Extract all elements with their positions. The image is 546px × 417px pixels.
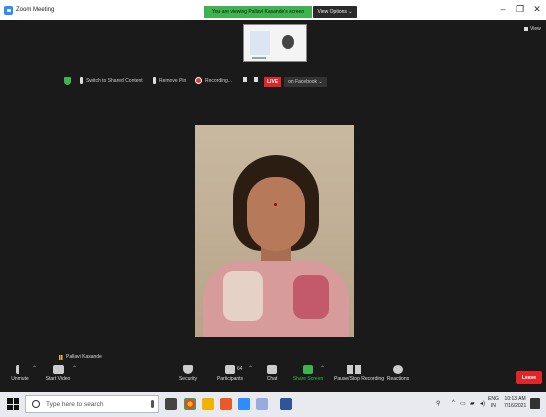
file-explorer-icon[interactable] — [202, 398, 214, 410]
recording-controls — [243, 77, 258, 82]
leave-button[interactable]: Leave — [516, 371, 542, 384]
video-bindi — [274, 203, 277, 206]
restore-button[interactable]: ❐ — [513, 4, 527, 15]
active-speaker-label: Pallavi Kasande — [59, 354, 102, 360]
pause-icon[interactable] — [243, 77, 247, 82]
security-label: Security — [178, 376, 198, 382]
battery-icon[interactable]: ▰ — [470, 400, 475, 407]
network-icon[interactable]: ▭ — [460, 400, 466, 407]
microphone-icon[interactable] — [151, 400, 154, 408]
view-options-button[interactable]: View Options ⌄ — [313, 6, 357, 18]
shield-icon — [64, 77, 71, 85]
lang-top: ENG — [488, 396, 499, 402]
close-button[interactable]: ✕ — [530, 4, 544, 15]
people-icon — [225, 365, 235, 374]
recording-indicator: Recording... — [195, 77, 232, 84]
zoom-app-icon — [4, 5, 13, 15]
view-layout-button[interactable]: View — [524, 26, 541, 32]
clock-time: 10:13 AM — [504, 396, 526, 402]
audio-level-icon — [59, 354, 64, 360]
start-video-label: Start Video — [45, 376, 71, 382]
record-icon — [195, 77, 202, 84]
person-icon[interactable]: ⚲ — [436, 400, 440, 407]
participants-button[interactable]: Participants — [210, 362, 250, 382]
video-off-icon — [52, 365, 64, 374]
remove-pin-label: Remove Pin — [159, 77, 187, 84]
participants-label: Participants — [216, 376, 244, 382]
windows-taskbar: Type here to search ⚲ ^ ▭ ▰ ◂) ENG IN 10… — [0, 392, 546, 417]
video-clothes — [203, 261, 349, 337]
word-icon[interactable] — [280, 398, 292, 410]
pause-stop-icon — [347, 365, 361, 374]
microphone-muted-icon — [16, 365, 24, 374]
audio-options-caret[interactable]: ⌃ — [32, 365, 37, 372]
shared-screen-thumbnail[interactable] — [243, 24, 307, 62]
chrome-icon[interactable] — [184, 398, 196, 410]
recording-label: Recording... — [205, 77, 232, 84]
pause-stop-recording-button[interactable]: Pause/Stop Recording — [334, 362, 385, 382]
stop-icon[interactable] — [254, 77, 258, 82]
unmute-label: Unmute — [11, 376, 29, 382]
view-label: View — [530, 26, 541, 32]
chat-bubble-icon — [267, 365, 277, 374]
chat-label: Chat — [266, 376, 278, 382]
app-icon[interactable] — [256, 398, 268, 410]
chat-button[interactable]: Chat — [252, 362, 292, 382]
windows-start-icon[interactable] — [7, 398, 19, 410]
language-indicator[interactable]: ENG IN — [488, 396, 499, 410]
participants-count: 64 — [237, 366, 243, 372]
firefox-icon[interactable] — [220, 398, 232, 410]
participant-video[interactable] — [195, 125, 354, 337]
smiley-icon — [393, 365, 403, 374]
lang-bottom: IN — [490, 403, 496, 409]
slide-panel — [250, 31, 270, 55]
live-badge: LIVE — [264, 77, 282, 87]
cortana-icon — [32, 400, 40, 408]
remove-pin-button[interactable]: Remove Pin — [153, 77, 186, 84]
minimize-button[interactable]: – — [496, 4, 510, 14]
search-placeholder: Type here to search — [46, 400, 104, 408]
record-label: Pause/Stop Recording — [334, 376, 385, 382]
speaker-name: Pallavi Kasande — [66, 354, 102, 360]
live-target-dropdown[interactable]: on Facebook ⌄ — [284, 77, 327, 87]
pin-icon — [80, 77, 83, 84]
taskbar-search-input[interactable]: Type here to search — [25, 395, 159, 413]
slide-image — [282, 35, 294, 49]
live-status[interactable]: LIVE on Facebook ⌄ — [264, 77, 327, 87]
share-screen-label: Share Screen — [292, 376, 324, 382]
switch-label: Switch to Shared Content — [86, 77, 143, 84]
pin-icon — [153, 77, 156, 84]
show-hidden-icons[interactable]: ^ — [452, 400, 455, 406]
slide-line — [252, 57, 266, 59]
share-options-caret[interactable]: ⌃ — [320, 365, 325, 372]
task-view-icon[interactable] — [165, 398, 177, 410]
zoom-taskbar-icon[interactable] — [238, 398, 250, 410]
video-options-caret[interactable]: ⌃ — [72, 365, 77, 372]
window-title: Zoom Meeting — [16, 7, 55, 13]
share-arrow-icon — [303, 365, 313, 374]
shield-icon — [183, 365, 193, 374]
switch-to-shared-content-button[interactable]: Switch to Shared Content — [80, 77, 143, 84]
meeting-controls: Unmute ⌃ Start Video ⌃ Security Particip… — [0, 362, 546, 389]
clock-date: 7/16/2021 — [504, 403, 527, 409]
video-face — [247, 177, 305, 251]
volume-icon[interactable]: ◂) — [480, 400, 485, 407]
security-button[interactable]: Security — [168, 362, 208, 382]
clock[interactable]: 10:13 AM 7/16/2021 — [504, 396, 526, 410]
reactions-button[interactable]: Reactions — [378, 362, 418, 382]
grid-icon — [524, 27, 528, 31]
reactions-label: Reactions — [386, 376, 410, 382]
notifications-icon[interactable] — [530, 398, 540, 409]
sharing-status-banner: You are viewing Pallavi Kasande's screen — [204, 6, 312, 18]
